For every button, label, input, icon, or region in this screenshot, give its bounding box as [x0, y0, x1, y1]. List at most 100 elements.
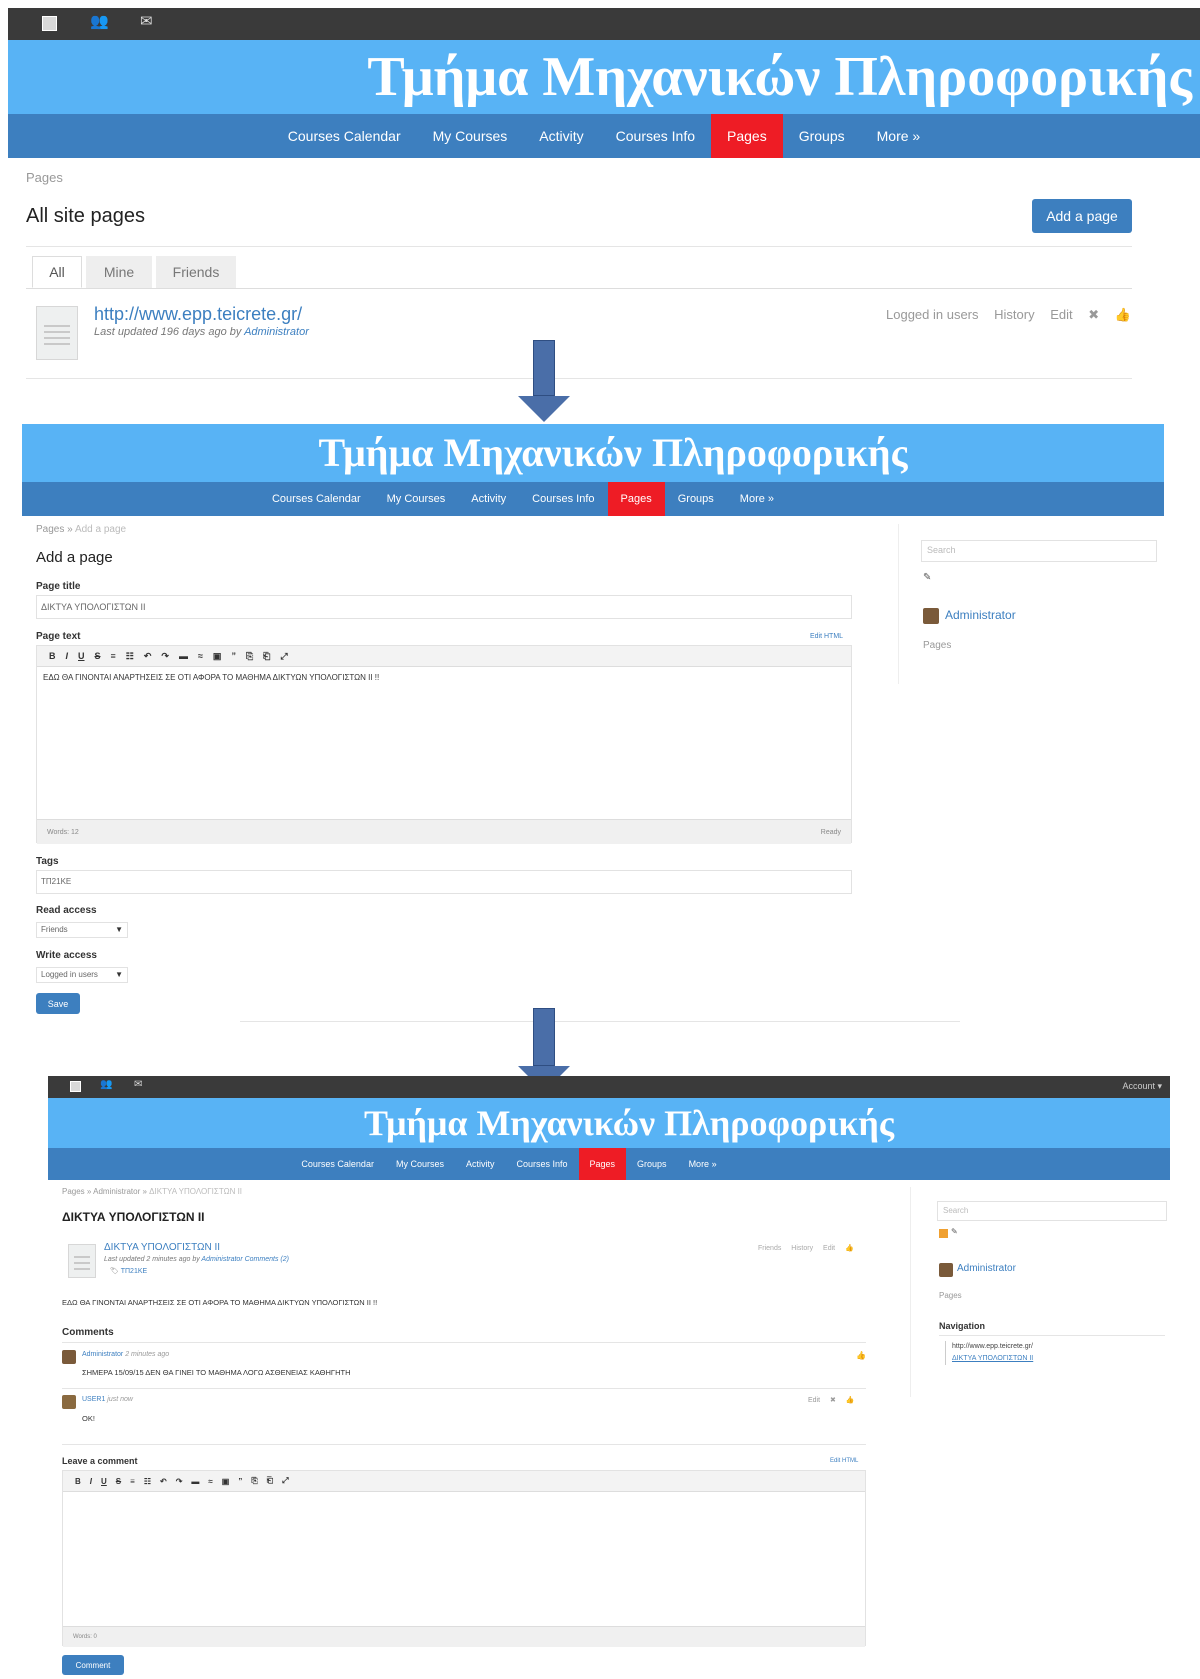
- nav-my-courses[interactable]: My Courses: [417, 114, 524, 158]
- nav-groups[interactable]: Groups: [665, 482, 727, 516]
- history-link[interactable]: History: [791, 1245, 813, 1252]
- nav-tree-item[interactable]: ΔΙΚΤΥΑ ΥΠΟΛΟΓΙΣΤΩΝ ΙΙ: [952, 1353, 1033, 1365]
- numbered-list-button[interactable]: ≡: [130, 1477, 135, 1486]
- nav-my-courses[interactable]: My Courses: [385, 1148, 455, 1180]
- editor-content[interactable]: ΕΔΩ ΘΑ ΓΙΝΟΝΤΑΙ ΑΝΑΡΤΗΣΕΙΣ ΣΕ ΟΤΙ ΑΦΟΡΑ …: [37, 667, 851, 819]
- bold-button[interactable]: B: [49, 651, 56, 661]
- delete-icon[interactable]: ✖: [830, 1397, 836, 1404]
- like-icon[interactable]: 👍: [845, 1245, 854, 1252]
- edit-html-link[interactable]: Edit HTML: [810, 633, 843, 640]
- account-menu[interactable]: Account ▾: [1122, 1081, 1162, 1092]
- comment-edit-link[interactable]: Edit: [808, 1397, 820, 1404]
- bullet-list-button[interactable]: ☷: [126, 651, 134, 662]
- bookmark-icon[interactable]: ✎: [923, 572, 931, 583]
- paste-text-button[interactable]: ⎗: [263, 651, 270, 662]
- nav-courses-info[interactable]: Courses Info: [505, 1148, 578, 1180]
- nav-activity[interactable]: Activity: [458, 482, 519, 516]
- underline-button[interactable]: U: [101, 1477, 107, 1486]
- tab-friends[interactable]: Friends: [156, 256, 236, 288]
- strike-button[interactable]: S: [95, 651, 101, 661]
- breadcrumb[interactable]: Pages: [26, 170, 63, 185]
- redo-button[interactable]: ↷: [161, 651, 169, 662]
- tag-link[interactable]: ΤΠ21ΚΕ: [121, 1268, 147, 1275]
- avatar[interactable]: [939, 1263, 953, 1277]
- nav-courses-calendar[interactable]: Courses Calendar: [290, 1148, 385, 1180]
- nav-more[interactable]: More »: [678, 1148, 728, 1180]
- edit-link[interactable]: Edit: [823, 1245, 835, 1252]
- nav-pages[interactable]: Pages: [711, 114, 783, 158]
- add-page-button[interactable]: Add a page: [1032, 199, 1132, 233]
- nav-groups[interactable]: Groups: [783, 114, 861, 158]
- nav-groups[interactable]: Groups: [626, 1148, 678, 1180]
- nav-tree-item[interactable]: http://www.epp.teicrete.gr/: [952, 1341, 1033, 1353]
- paste-button[interactable]: ⎘: [246, 651, 253, 662]
- bookmark-icon[interactable]: ✎: [951, 1227, 958, 1236]
- undo-button[interactable]: ↶: [160, 1477, 167, 1486]
- user-icon[interactable]: [70, 1081, 81, 1092]
- read-access-select[interactable]: Friends ▼: [36, 922, 128, 938]
- maximize-button[interactable]: ⤢: [282, 1476, 288, 1486]
- italic-button[interactable]: I: [90, 1477, 92, 1486]
- nav-courses-calendar[interactable]: Courses Calendar: [272, 114, 417, 158]
- editor-content[interactable]: [63, 1492, 865, 1626]
- redo-button[interactable]: ↷: [176, 1477, 183, 1486]
- italic-button[interactable]: I: [66, 651, 69, 661]
- breadcrumb-user[interactable]: Administrator: [93, 1187, 140, 1196]
- friends-icon[interactable]: 👥: [100, 1079, 112, 1090]
- unlink-button[interactable]: ≈: [198, 651, 203, 661]
- link-button[interactable]: ▬: [179, 651, 188, 661]
- author-link[interactable]: Administrator: [201, 1256, 242, 1263]
- avatar[interactable]: [62, 1350, 76, 1364]
- nav-courses-info[interactable]: Courses Info: [600, 114, 711, 158]
- edit-html-link[interactable]: Edit HTML: [830, 1458, 858, 1464]
- tags-input[interactable]: ΤΠ21ΚΕ: [36, 870, 852, 894]
- save-button[interactable]: Save: [36, 993, 80, 1014]
- like-icon[interactable]: 👍: [846, 1397, 855, 1404]
- comment-author[interactable]: Administrator: [82, 1351, 123, 1358]
- avatar[interactable]: [923, 608, 939, 624]
- nav-courses-calendar[interactable]: Courses Calendar: [259, 482, 374, 516]
- paste-text-button[interactable]: ⎗: [267, 1476, 273, 1486]
- breadcrumb-pages[interactable]: Pages: [36, 524, 64, 535]
- messages-icon[interactable]: ✉: [140, 12, 153, 30]
- comment-button[interactable]: Comment: [62, 1655, 124, 1675]
- link-button[interactable]: ▬: [191, 1477, 199, 1486]
- numbered-list-button[interactable]: ≡: [111, 651, 116, 661]
- friends-icon[interactable]: 👥: [90, 12, 109, 30]
- breadcrumb-pages[interactable]: Pages: [62, 1187, 85, 1196]
- comments-link[interactable]: Comments (2): [245, 1256, 289, 1263]
- image-button[interactable]: ▣: [213, 651, 222, 662]
- nav-pages[interactable]: Pages: [607, 482, 665, 516]
- delete-icon[interactable]: ✖: [1088, 307, 1099, 322]
- paste-button[interactable]: ⎘: [251, 1476, 257, 1486]
- write-access-select[interactable]: Logged in users ▼: [36, 967, 128, 983]
- author-link[interactable]: Administrator: [244, 326, 309, 338]
- tab-mine[interactable]: Mine: [86, 256, 152, 288]
- avatar[interactable]: [62, 1395, 76, 1409]
- page-link[interactable]: http://www.epp.teicrete.gr/: [94, 304, 302, 325]
- comment-author[interactable]: USER1: [82, 1396, 105, 1403]
- like-icon[interactable]: 👍: [1115, 307, 1131, 322]
- like-icon[interactable]: 👍: [856, 1351, 866, 1360]
- edit-link[interactable]: Edit: [1050, 307, 1072, 322]
- nav-activity[interactable]: Activity: [523, 114, 599, 158]
- search-input[interactable]: Search: [937, 1201, 1167, 1221]
- nav-more[interactable]: More »: [861, 114, 937, 158]
- blockquote-button[interactable]: ”: [231, 651, 236, 661]
- user-icon[interactable]: [42, 16, 57, 31]
- blockquote-button[interactable]: ”: [238, 1477, 242, 1486]
- nav-pages[interactable]: Pages: [578, 1148, 627, 1180]
- nav-courses-info[interactable]: Courses Info: [519, 482, 607, 516]
- unlink-button[interactable]: ≈: [208, 1477, 212, 1486]
- search-input[interactable]: Search: [921, 540, 1157, 562]
- history-link[interactable]: History: [994, 307, 1034, 322]
- nav-activity[interactable]: Activity: [455, 1148, 506, 1180]
- strike-button[interactable]: S: [116, 1477, 121, 1486]
- rss-icon[interactable]: [939, 1229, 948, 1238]
- underline-button[interactable]: U: [78, 651, 85, 661]
- page-title-input[interactable]: ΔΙΚΤΥΑ ΥΠΟΛΟΓΙΣΤΩΝ ΙΙ: [36, 595, 852, 619]
- sidebar-user-link[interactable]: Administrator: [945, 608, 1016, 622]
- bold-button[interactable]: B: [75, 1477, 81, 1486]
- page-link[interactable]: ΔΙΚΤΥΑ ΥΠΟΛΟΓΙΣΤΩΝ ΙΙ: [104, 1242, 220, 1253]
- maximize-button[interactable]: ⤢: [280, 651, 287, 662]
